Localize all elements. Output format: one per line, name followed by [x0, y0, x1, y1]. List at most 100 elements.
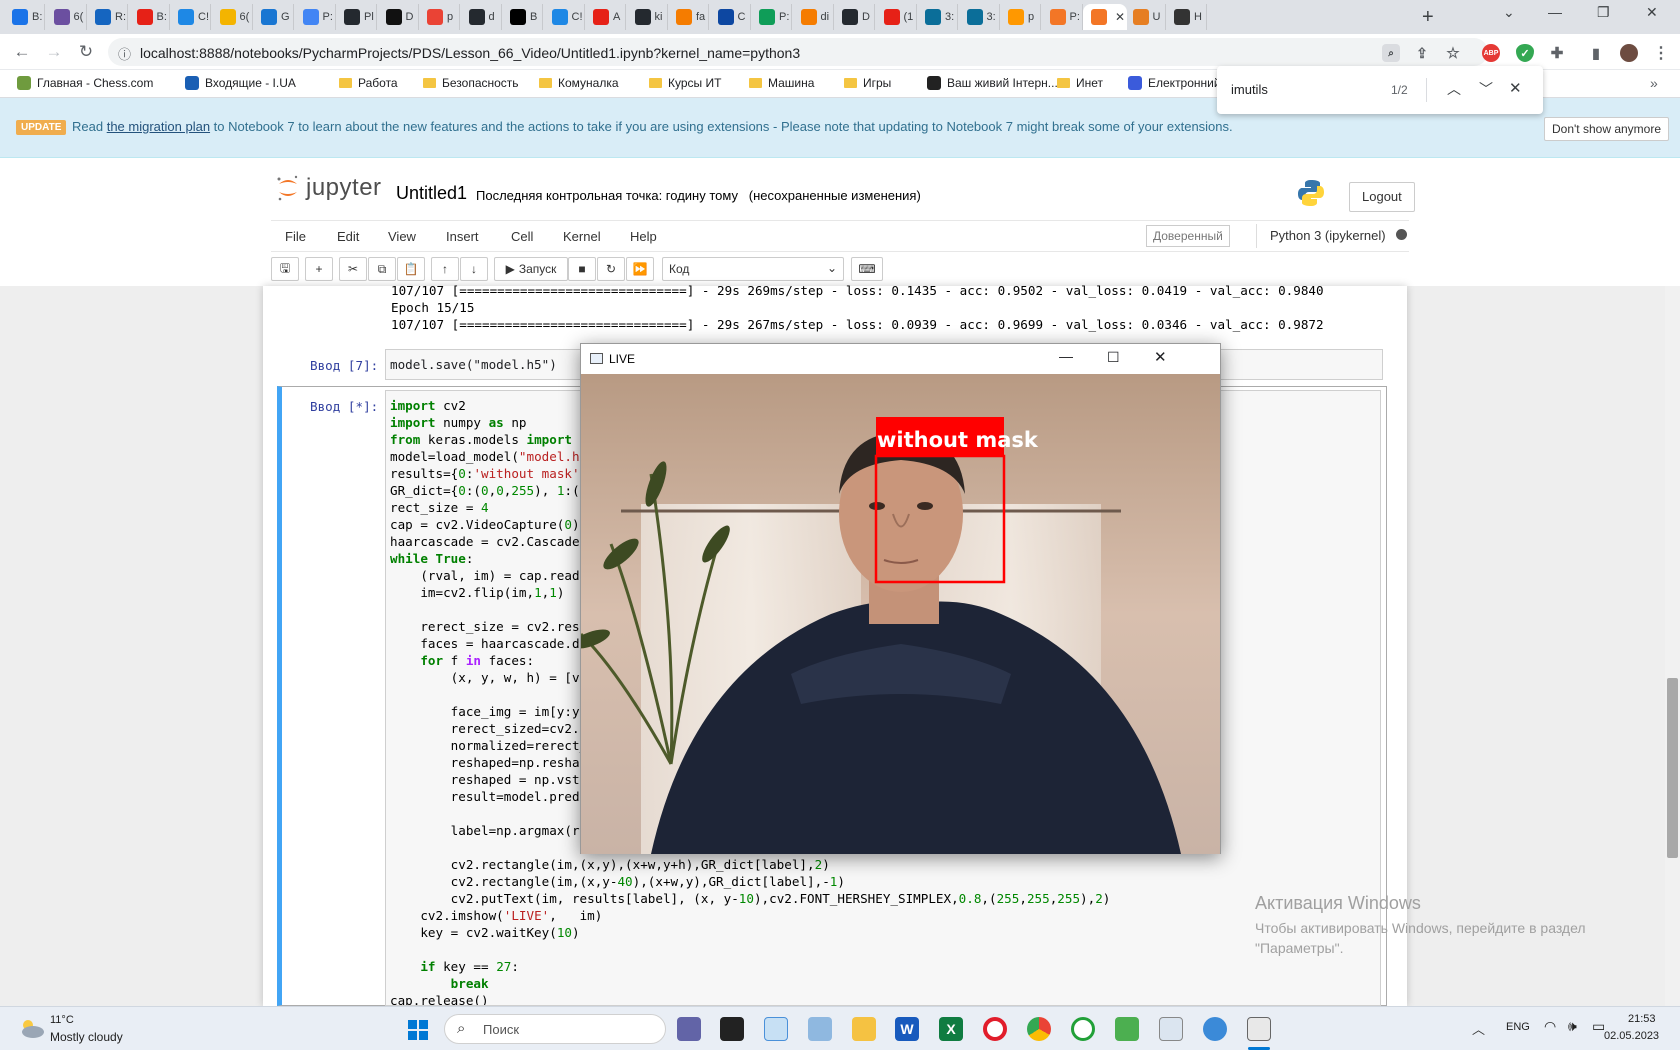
bookmark-item[interactable]: Инет [1057, 76, 1103, 90]
browser-tab[interactable]: d [461, 4, 502, 30]
restore-button[interactable]: ❐ [1597, 4, 1610, 21]
browser-tab[interactable]: R: [87, 4, 128, 30]
logout-button[interactable]: Logout [1349, 182, 1415, 212]
menu-help[interactable]: Help [630, 229, 657, 244]
migration-plan-link[interactable]: the migration plan [107, 119, 210, 134]
paste-icon[interactable]: 📋 [397, 257, 425, 281]
android-app-icon[interactable] [1115, 1017, 1139, 1041]
browser-tab[interactable]: C [710, 4, 751, 30]
bookmark-item[interactable]: Комуналка [539, 76, 619, 90]
notepad-icon[interactable] [1159, 1017, 1183, 1041]
browser-tab[interactable]: D [834, 4, 875, 30]
browser-tab[interactable]: di [793, 4, 834, 30]
photos-icon[interactable] [808, 1017, 832, 1041]
live-close-button[interactable]: ✕ [1154, 348, 1167, 366]
excel-icon[interactable]: X [939, 1017, 963, 1041]
sidebar-icon[interactable]: ▮ [1587, 44, 1605, 62]
back-icon[interactable]: ← [10, 40, 34, 64]
teams-icon[interactable] [677, 1017, 701, 1041]
browser-tab[interactable]: p [1000, 4, 1041, 30]
clock-date[interactable]: 02.05.2023 [1604, 1030, 1659, 1042]
scrollbar-thumb[interactable] [1667, 678, 1678, 858]
close-window-button[interactable]: ✕ [1646, 4, 1658, 21]
menu-cell[interactable]: Cell [511, 229, 533, 244]
browser-tab[interactable]: A [585, 4, 626, 30]
copy-icon[interactable]: ⧉ [368, 257, 396, 281]
browser-tab[interactable]: ki [627, 4, 668, 30]
find-previous-icon[interactable]: ︿ [1447, 79, 1461, 99]
globe-icon[interactable] [1203, 1017, 1227, 1041]
bookmark-item[interactable]: Работа [339, 76, 398, 90]
bookmark-item[interactable]: Курсы ИТ [649, 76, 721, 90]
browser-tab[interactable]: P: [295, 4, 336, 30]
browser-tab[interactable]: p [419, 4, 460, 30]
live-maximize-button[interactable]: ☐ [1107, 349, 1120, 366]
browser-tab[interactable]: P: [751, 4, 792, 30]
command-palette-icon[interactable]: ⌨ [851, 257, 883, 281]
volume-icon[interactable]: 🕪 [1568, 1018, 1577, 1035]
jupyter-logo[interactable]: jupyter [276, 174, 382, 202]
language-indicator[interactable]: ENG [1506, 1021, 1530, 1033]
interrupt-icon[interactable]: ■ [568, 257, 596, 281]
terminal-icon[interactable] [720, 1017, 744, 1041]
bookmark-item[interactable]: Игры [844, 76, 891, 90]
menu-kernel[interactable]: Kernel [563, 229, 601, 244]
bookmark-item[interactable]: Входящие - I.UA [185, 76, 296, 90]
live-minimize-button[interactable]: — [1059, 348, 1073, 364]
dont-show-button[interactable]: Don't show anymore [1544, 117, 1670, 141]
bookmark-item[interactable]: Безопасность [423, 76, 519, 90]
reload-icon[interactable]: ↻ [74, 40, 98, 64]
browser-tab[interactable]: D [378, 4, 419, 30]
browser-tab[interactable]: B: [4, 4, 45, 30]
browser-tab[interactable]: G [253, 4, 294, 30]
tab-search-icon[interactable]: ⌄ [1503, 4, 1515, 21]
browser-tab[interactable]: 6( [46, 4, 87, 30]
find-in-page-icon[interactable]: ⌕ [1382, 44, 1400, 62]
extensions-icon[interactable]: ✚ [1548, 44, 1566, 62]
forward-icon[interactable]: → [42, 40, 66, 64]
site-info-icon[interactable]: ⓘ [118, 44, 131, 63]
browser-tab[interactable]: U [1125, 4, 1166, 30]
weather-condition[interactable]: Mostly cloudy [50, 1030, 123, 1044]
kernel-name[interactable]: Python 3 (ipykernel) [1270, 228, 1386, 243]
pycharm-icon[interactable] [1071, 1017, 1095, 1041]
opera-icon[interactable] [983, 1017, 1007, 1041]
live-video-window[interactable]: LIVE — ☐ ✕ without mask [580, 343, 1221, 854]
notebook-name[interactable]: Untitled1 [396, 183, 467, 204]
window-app-icon[interactable] [764, 1017, 788, 1041]
find-next-icon[interactable]: ﹀ [1479, 79, 1493, 99]
clock-time[interactable]: 21:53 [1628, 1013, 1656, 1025]
menu-dots-icon[interactable]: ⋮ [1652, 44, 1670, 62]
browser-tab[interactable]: B: [129, 4, 170, 30]
restart-icon[interactable]: ↻ [597, 257, 625, 281]
bookmark-item[interactable]: Ваш живий Інтерн... [927, 76, 1058, 90]
new-tab-button[interactable]: + [1422, 6, 1434, 29]
browser-tab[interactable]: fa [668, 4, 709, 30]
page-scrollbar[interactable] [1665, 286, 1680, 1006]
menu-view[interactable]: View [388, 229, 416, 244]
word-icon[interactable]: W [895, 1017, 919, 1041]
live-titlebar[interactable]: LIVE — ☐ ✕ [581, 344, 1220, 374]
chrome-icon[interactable] [1027, 1017, 1051, 1041]
minimize-button[interactable]: — [1548, 4, 1562, 20]
browser-tab[interactable]: C! [170, 4, 211, 30]
move-down-icon[interactable]: ↓ [460, 257, 488, 281]
shield-extension-icon[interactable]: ✓ [1516, 44, 1534, 62]
restart-run-all-icon[interactable]: ⏩ [626, 257, 654, 281]
more-bookmarks-icon[interactable]: » [1650, 75, 1658, 91]
wifi-icon[interactable]: ◠ [1544, 1018, 1556, 1035]
tray-chevron-icon[interactable]: ︿ [1472, 1019, 1485, 1038]
browser-tab[interactable]: C! [544, 4, 585, 30]
cut-icon[interactable]: ✂ [339, 257, 367, 281]
browser-tab[interactable]: 3: [917, 4, 958, 30]
browser-tab[interactable]: ✕ [1083, 4, 1127, 30]
run-button[interactable]: ▶ Запуск [494, 257, 568, 281]
insert-cell-icon[interactable]: + [305, 257, 333, 281]
taskbar-search-box[interactable]: ⌕ Поиск [444, 1014, 666, 1044]
menu-edit[interactable]: Edit [337, 229, 359, 244]
find-input[interactable]: imutils [1231, 82, 1268, 97]
browser-tab[interactable]: 3: [959, 4, 1000, 30]
save-icon[interactable]: 🖫 [271, 257, 299, 281]
weather-temperature[interactable]: 11°C [50, 1014, 74, 1026]
cell-type-select[interactable]: Код ⌄ [662, 257, 844, 281]
